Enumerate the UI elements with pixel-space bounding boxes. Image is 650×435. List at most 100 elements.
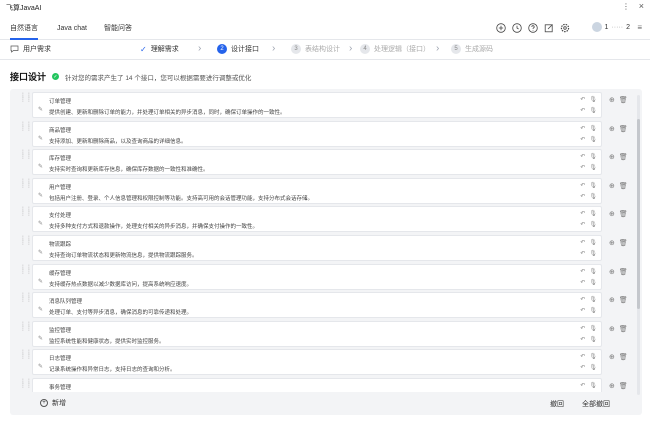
mic-icon[interactable]: 🎙 — [589, 193, 597, 200]
mic-icon[interactable]: 🎙 — [589, 296, 597, 303]
tab-smart-qa[interactable]: 智能问答 — [104, 22, 132, 40]
edit-icon[interactable] — [543, 22, 554, 33]
drag-handle-icon[interactable]: ⋮⋮ ⋮⋮ — [20, 122, 32, 132]
step-design-api[interactable]: 2 设计接口 — [217, 44, 259, 54]
interface-card[interactable]: 缓存管理 ✎ 支持缓存热点数据以减少数据库访问，提高系统响应速度。 ↶ 🎙 ↶ 🎙 — [32, 263, 602, 290]
drag-handle-icon[interactable]: ⋮⋮ ⋮⋮ — [20, 236, 32, 246]
add-row-icon[interactable]: ⊕ — [609, 210, 615, 218]
mic-icon[interactable]: 🎙 — [589, 307, 597, 314]
undo-icon[interactable]: ↶ — [580, 107, 585, 114]
mic-icon[interactable]: 🎙 — [589, 221, 597, 228]
undo-icon[interactable]: ↶ — [580, 221, 585, 228]
undo-all-button[interactable]: 全部撤回 — [582, 399, 610, 409]
undo-icon[interactable]: ↶ — [580, 136, 585, 143]
tab-natural-language[interactable]: 自然语言 — [10, 22, 38, 40]
undo-icon[interactable]: ↶ — [580, 164, 585, 171]
edit-icon[interactable]: ✎ — [38, 163, 43, 170]
edit-icon[interactable]: ✎ — [38, 135, 43, 142]
delete-icon[interactable]: 🗑 — [619, 325, 628, 333]
drag-handle-icon[interactable]: ⋮⋮ ⋮⋮ — [20, 150, 32, 160]
mic-icon[interactable]: 🎙 — [589, 353, 597, 360]
mic-icon[interactable]: 🎙 — [589, 268, 597, 275]
interface-card[interactable]: 支付处理 ✎ 支持多种支付方式和退款操作，处理支付相关的异步消息，并确保支付操作的一… — [32, 206, 602, 233]
mic-icon[interactable]: 🎙 — [589, 336, 597, 343]
add-button[interactable]: + 新增 — [40, 398, 66, 408]
interface-card[interactable]: 监控管理 ✎ 监控系统性能和健康状态，提供实时监控服务。 ↶ 🎙 ↶ 🎙 — [32, 320, 602, 347]
undo-icon[interactable]: ↶ — [580, 153, 585, 160]
delete-icon[interactable]: 🗑 — [619, 239, 628, 247]
interface-card[interactable]: 库存管理 ✎ 支持实时查询和更新库存信息，确保库存数据的一致性和准确性。 ↶ 🎙 ↶ 🎙 — [32, 149, 602, 176]
interface-card[interactable]: 商品管理 ✎ 支持添加、更新和删除商品，以及查询商品的详细信息。 ↶ 🎙 ↶ 🎙 — [32, 120, 602, 147]
delete-icon[interactable]: 🗑 — [619, 153, 628, 161]
mic-icon[interactable]: 🎙 — [589, 325, 597, 332]
drag-handle-icon[interactable]: ⋮⋮ ⋮⋮ — [20, 350, 32, 360]
mic-icon[interactable]: 🎙 — [589, 250, 597, 257]
drag-handle-icon[interactable]: ⋮⋮ ⋮⋮ — [20, 379, 32, 389]
user-menu[interactable]: 1 ····· 2 ≡ — [591, 22, 642, 32]
undo-icon[interactable]: ↶ — [580, 250, 585, 257]
mic-icon[interactable]: 🎙 — [589, 210, 597, 217]
step-table-design[interactable]: 3 表结构设计 — [291, 44, 340, 54]
interface-card[interactable]: 日志管理 ✎ 记录系统操作和异常日志，支持日志的查询和分析。 ↶ 🎙 ↶ 🎙 — [32, 349, 602, 376]
undo-icon[interactable]: ↶ — [580, 353, 585, 360]
undo-icon[interactable]: ↶ — [580, 125, 585, 132]
undo-icon[interactable]: ↶ — [580, 193, 585, 200]
drag-handle-icon[interactable]: ⋮⋮ ⋮⋮ — [20, 207, 32, 217]
undo-icon[interactable]: ↶ — [580, 239, 585, 246]
help-icon[interactable] — [527, 22, 538, 33]
undo-icon[interactable]: ↶ — [580, 325, 585, 332]
mic-icon[interactable]: 🎙 — [589, 279, 597, 286]
mic-icon[interactable]: 🎙 — [589, 107, 597, 114]
add-row-icon[interactable]: ⊕ — [609, 125, 615, 133]
edit-icon[interactable]: ✎ — [38, 106, 43, 113]
interface-card[interactable]: 物流跟踪 ✎ 支持查询订单物流状态和更新物流信息，提供物流跟踪服务。 ↶ 🎙 ↶ 🎙 — [32, 234, 602, 261]
mic-icon[interactable]: 🎙 — [589, 382, 597, 389]
mic-icon[interactable]: 🎙 — [589, 164, 597, 171]
interface-card[interactable]: 订单管理 ✎ 提供创建、更新和删除订单的能力，并处理订单相关的异步消息，同时，确保订… — [32, 92, 602, 118]
add-row-icon[interactable]: ⊕ — [609, 382, 615, 390]
add-row-icon[interactable]: ⊕ — [609, 239, 615, 247]
add-row-icon[interactable]: ⊕ — [609, 353, 615, 361]
step-generate[interactable]: 5 生成源码 — [451, 44, 493, 54]
delete-icon[interactable]: 🗑 — [619, 125, 628, 133]
step-logic[interactable]: 4 处理逻辑（接口） — [360, 44, 430, 54]
edit-icon[interactable]: ✎ — [38, 363, 43, 370]
undo-icon[interactable]: ↶ — [580, 268, 585, 275]
tab-java-chat[interactable]: Java chat — [57, 22, 87, 40]
delete-icon[interactable]: 🗑 — [619, 268, 628, 276]
edit-icon[interactable]: ✎ — [38, 335, 43, 342]
mic-icon[interactable]: 🎙 — [589, 153, 597, 160]
mic-icon[interactable]: 🎙 — [589, 364, 597, 371]
drag-handle-icon[interactable]: ⋮⋮ ⋮⋮ — [20, 93, 32, 103]
close-icon[interactable]: × — [639, 1, 644, 11]
settings-icon[interactable] — [559, 22, 570, 33]
edit-icon[interactable]: ✎ — [38, 278, 43, 285]
delete-icon[interactable]: 🗑 — [619, 210, 628, 218]
undo-icon[interactable]: ↶ — [580, 336, 585, 343]
undo-icon[interactable]: ↶ — [580, 364, 585, 371]
more-icon[interactable]: ⋮ — [622, 2, 630, 11]
edit-icon[interactable]: ✎ — [38, 306, 43, 313]
undo-icon[interactable]: ↶ — [580, 210, 585, 217]
mic-icon[interactable]: 🎙 — [589, 239, 597, 246]
add-row-icon[interactable]: ⊕ — [609, 153, 615, 161]
add-row-icon[interactable]: ⊕ — [609, 182, 615, 190]
add-row-icon[interactable]: ⊕ — [609, 268, 615, 276]
undo-icon[interactable]: ↶ — [580, 182, 585, 189]
add-row-icon[interactable]: ⊕ — [609, 96, 615, 104]
mic-icon[interactable]: 🎙 — [589, 125, 597, 132]
interface-card[interactable]: 事务管理✎↶🎙↶🎙 — [32, 377, 602, 392]
step-understand[interactable]: ✓ 理解需求 — [140, 44, 179, 54]
plus-circle-icon[interactable] — [495, 22, 506, 33]
drag-handle-icon[interactable]: ⋮⋮ ⋮⋮ — [20, 293, 32, 303]
history-icon[interactable] — [511, 22, 522, 33]
mic-icon[interactable]: 🎙 — [589, 182, 597, 189]
edit-icon[interactable]: ✎ — [38, 249, 43, 256]
scrollbar-thumb[interactable] — [637, 119, 640, 309]
mic-icon[interactable]: 🎙 — [589, 136, 597, 143]
interface-card[interactable]: 消息队列管理 ✎ 处理订单、支付等异步消息，确保消息的可靠传递和处理。 ↶ 🎙 ↶ 🎙 — [32, 292, 602, 319]
undo-icon[interactable]: ↶ — [580, 307, 585, 314]
drag-handle-icon[interactable]: ⋮⋮ ⋮⋮ — [20, 179, 32, 189]
add-row-icon[interactable]: ⊕ — [609, 296, 615, 304]
undo-icon[interactable]: ↶ — [580, 96, 585, 103]
